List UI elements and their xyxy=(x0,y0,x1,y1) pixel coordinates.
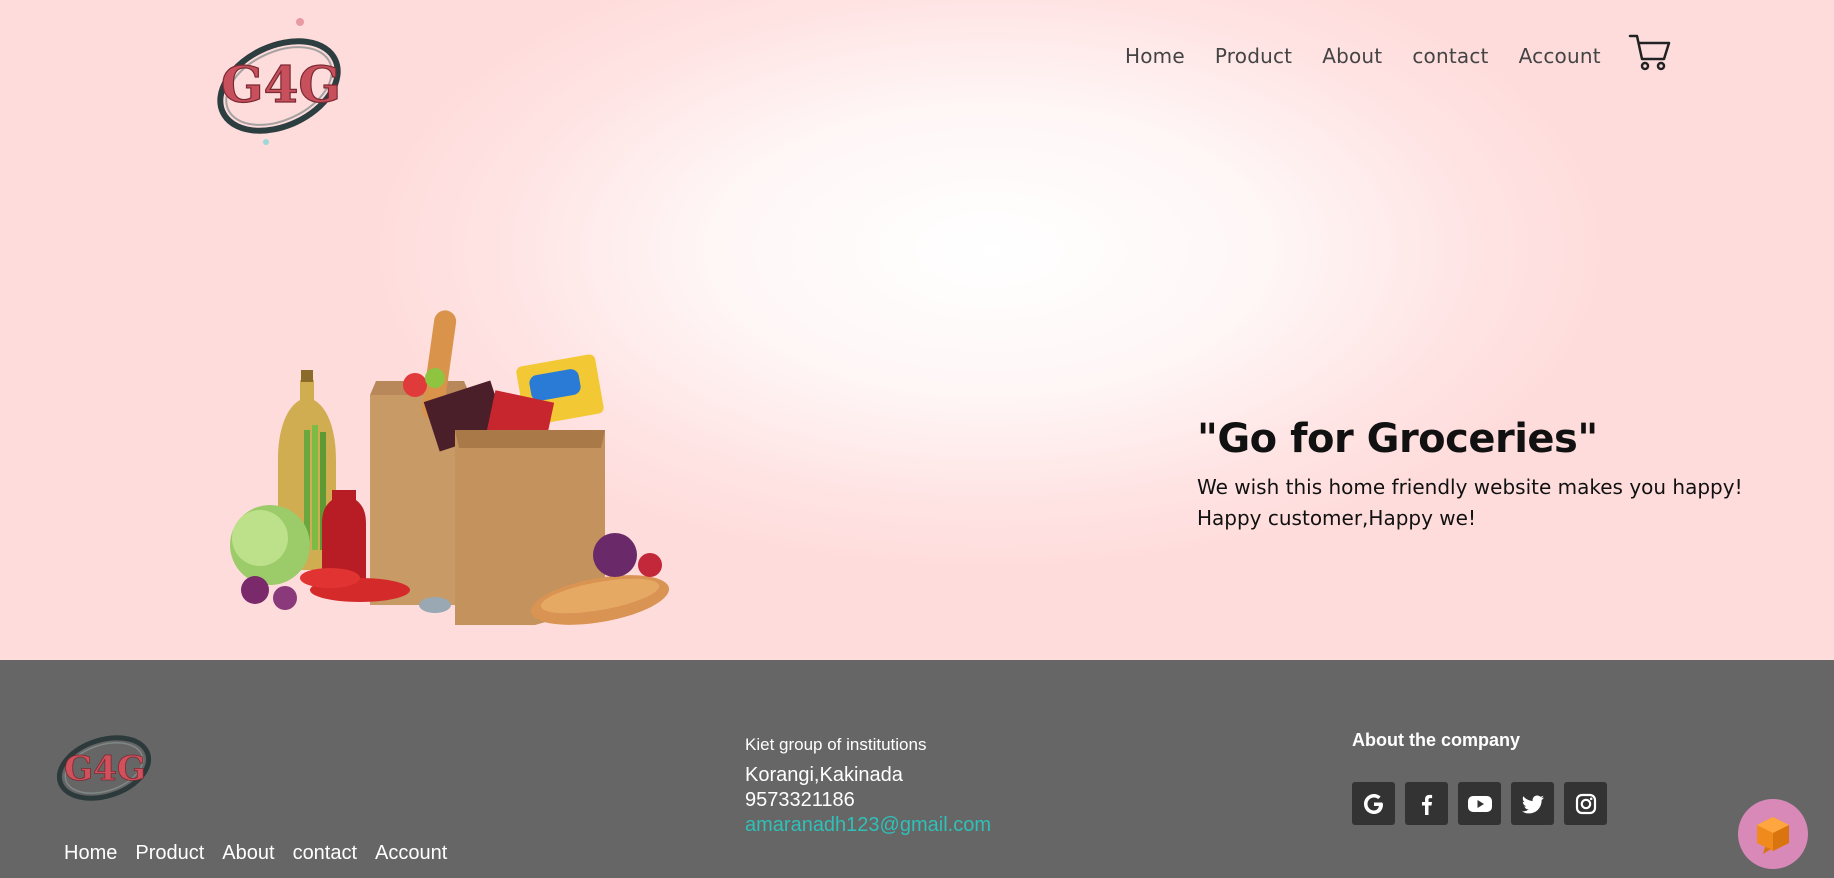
hero-line-2: Happy customer,Happy we! xyxy=(1197,506,1476,530)
instagram-button[interactable] xyxy=(1564,782,1607,825)
nav-contact[interactable]: contact xyxy=(1412,44,1488,68)
footer-about: About the company xyxy=(1352,730,1617,825)
main-nav: Home Product About contact Account xyxy=(1125,44,1631,68)
chat-widget-button[interactable] xyxy=(1738,799,1808,869)
social-links xyxy=(1352,782,1617,825)
phone-number: 9573321186 xyxy=(745,789,855,811)
nav-product[interactable]: Product xyxy=(1215,44,1292,68)
logo-text: G4G xyxy=(221,55,341,114)
footer-nav-contact[interactable]: contact xyxy=(293,842,357,865)
institution-name: Kiet group of institutions xyxy=(745,735,927,754)
hero-text: We wish this home friendly website makes… xyxy=(1197,472,1743,534)
nav-home[interactable]: Home xyxy=(1125,44,1185,68)
shopping-cart-icon[interactable] xyxy=(1628,32,1672,72)
footer-nav-about[interactable]: About xyxy=(222,842,274,865)
footer-nav: Home Product About contact Account xyxy=(64,842,465,865)
hero-tagline: "Go for Groceries" We wish this home fri… xyxy=(1197,416,1743,534)
chat-cube-icon xyxy=(1757,817,1789,854)
instagram-icon xyxy=(1575,793,1596,814)
about-heading: About the company xyxy=(1352,730,1521,750)
youtube-button[interactable] xyxy=(1458,782,1501,825)
email-link[interactable]: amaranadh123@gmail.com xyxy=(745,813,991,838)
hero-line-1: We wish this home friendly website makes… xyxy=(1197,475,1743,499)
nav-account[interactable]: Account xyxy=(1519,44,1601,68)
google-button[interactable] xyxy=(1352,782,1395,825)
twitter-icon xyxy=(1521,795,1544,813)
grocery-bags-image xyxy=(230,310,670,625)
twitter-button[interactable] xyxy=(1511,782,1554,825)
brand-logo[interactable]: G4G xyxy=(214,18,348,150)
address: Korangi,Kakinada xyxy=(745,764,903,786)
footer-logo-text: G4G xyxy=(64,749,146,789)
google-icon xyxy=(1363,793,1383,814)
youtube-icon xyxy=(1467,795,1492,812)
footer-nav-home[interactable]: Home xyxy=(64,842,117,865)
facebook-icon xyxy=(1421,794,1432,815)
hero-title: "Go for Groceries" xyxy=(1197,416,1598,462)
hero-section: G4G Home Product About contact Account "… xyxy=(0,0,1834,660)
footer-nav-account[interactable]: Account xyxy=(375,842,447,865)
footer-nav-product[interactable]: Product xyxy=(135,842,204,865)
facebook-button[interactable] xyxy=(1405,782,1448,825)
footer-contact-info: Kiet group of institutions Korangi,Kakin… xyxy=(745,735,991,838)
footer-logo[interactable]: G4G xyxy=(56,730,154,804)
nav-about[interactable]: About xyxy=(1322,44,1382,68)
